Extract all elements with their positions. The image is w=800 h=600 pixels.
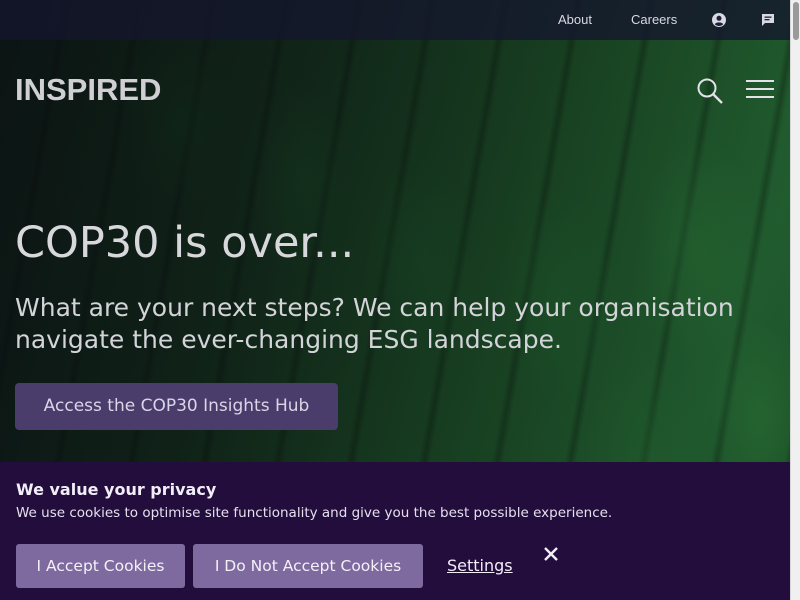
chat-bubble-icon[interactable]	[760, 12, 776, 28]
page-scrollbar[interactable]	[790, 0, 800, 600]
cookie-banner: We value your privacy We use cookies to …	[0, 462, 790, 600]
cookie-settings-link[interactable]: Settings	[447, 556, 513, 575]
cop30-insights-hub-button[interactable]: Access the COP30 Insights Hub	[15, 383, 338, 430]
utility-bar: About Careers	[0, 0, 790, 40]
careers-link[interactable]: Careers	[631, 12, 677, 27]
decline-cookies-button[interactable]: I Do Not Accept Cookies	[193, 544, 423, 588]
cookie-banner-text: We use cookies to optimise site function…	[16, 505, 613, 521]
cookie-banner-title: We value your privacy	[16, 480, 217, 499]
hero-subtitle: What are your next steps? We can help yo…	[15, 293, 734, 354]
accept-cookies-button[interactable]: I Accept Cookies	[16, 544, 185, 588]
user-circle-icon[interactable]	[711, 12, 727, 28]
about-link[interactable]: About	[558, 12, 592, 27]
close-icon[interactable]	[541, 544, 561, 564]
search-icon[interactable]	[696, 77, 724, 105]
hamburger-menu-icon[interactable]	[746, 80, 776, 102]
inspired-logo[interactable]: INSPIRED	[15, 72, 161, 108]
scrollbar-thumb[interactable]	[793, 2, 799, 40]
hero-title: COP30 is over...	[15, 218, 355, 268]
